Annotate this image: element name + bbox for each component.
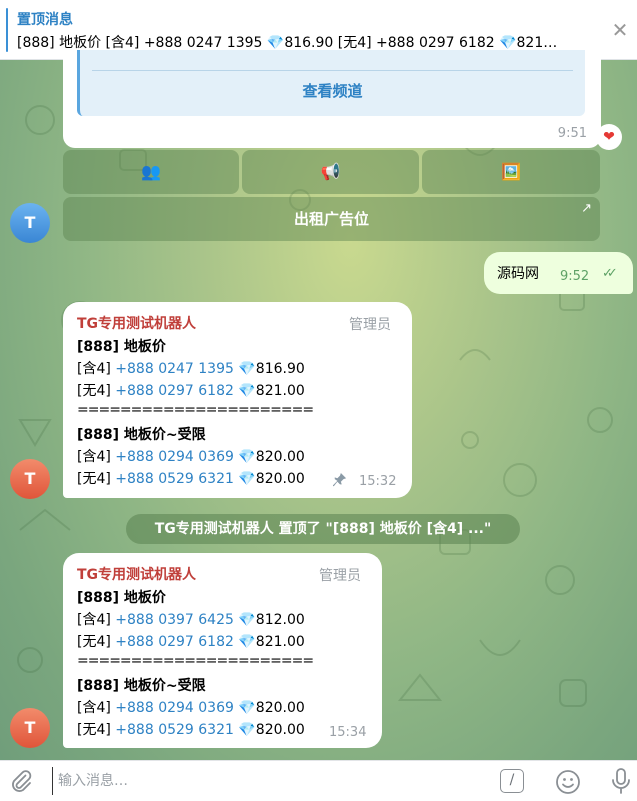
keyboard-button-group[interactable]: 👥 xyxy=(63,150,239,194)
sender-name[interactable]: TG专用测试机器人 xyxy=(77,313,196,333)
list-heading: [888] 地板价~受限 xyxy=(77,427,206,443)
keyboard-button-picture[interactable]: 🖼️ xyxy=(422,150,600,194)
separator: ====================== xyxy=(77,402,314,418)
tag: [含4] xyxy=(77,612,111,628)
phone-link[interactable]: +888 0397 6425 xyxy=(115,612,234,628)
pinned-accent-line xyxy=(6,8,8,52)
list-heading: [888] 地板价~受限 xyxy=(77,678,206,694)
list-item: [含4] +888 0294 0369 💎820.00 xyxy=(77,446,305,466)
pinned-service-message[interactable]: TG专用测试机器人 置顶了 "[888] 地板价 [含4] ..." xyxy=(126,514,520,544)
message-time: 15:34 xyxy=(329,725,367,740)
external-link-icon: ↗ xyxy=(581,201,592,216)
phone-link[interactable]: +888 0294 0369 xyxy=(115,449,234,465)
phone-link[interactable]: +888 0297 6182 xyxy=(115,634,234,650)
channel-link-card: 查看频道 xyxy=(77,50,585,116)
price: 💎812.00 xyxy=(238,612,305,628)
price: 💎821.00 xyxy=(238,634,305,650)
message-time: 15:32 xyxy=(359,474,397,489)
separator: ====================== xyxy=(77,653,314,669)
message-text: 源码网 xyxy=(497,266,539,282)
avatar[interactable]: T xyxy=(10,459,50,499)
phone-link[interactable]: +888 0294 0369 xyxy=(115,700,234,716)
list-item: [含4] +888 0397 6425 💎812.00 xyxy=(77,609,305,629)
paperclip-icon[interactable] xyxy=(9,769,33,793)
view-channel-button[interactable]: 查看频道 xyxy=(80,80,585,101)
price: 💎821.00 xyxy=(238,383,305,399)
tag: [无4] xyxy=(77,722,111,738)
tag: [无4] xyxy=(77,634,111,650)
price: 💎820.00 xyxy=(238,722,305,738)
emoji-icon[interactable] xyxy=(555,769,581,795)
admin-badge: 管理员 xyxy=(349,317,391,333)
price: 💎816.90 xyxy=(238,361,305,377)
phone-link[interactable]: +888 0529 6321 xyxy=(115,722,234,738)
phone-link[interactable]: +888 0529 6321 xyxy=(115,471,234,487)
price: 💎820.00 xyxy=(238,449,305,465)
message-time: 9:51 xyxy=(557,126,587,141)
rent-ad-slot-label: 出租广告位 xyxy=(293,210,369,228)
close-icon[interactable]: ✕ xyxy=(609,19,631,41)
admin-badge: 管理员 xyxy=(319,568,361,584)
bot-message: TG专用测试机器人 管理员 [888] 地板价 [含4] +888 0397 6… xyxy=(63,553,382,748)
bot-message: TG专用测试机器人 管理员 [888] 地板价 [含4] +888 0247 1… xyxy=(63,302,412,498)
phone-link[interactable]: +888 0247 1395 xyxy=(115,361,234,377)
list-heading: [888] 地板价 xyxy=(77,590,166,606)
price: 💎820.00 xyxy=(238,700,305,716)
pin-icon xyxy=(333,473,347,487)
message-composer: / xyxy=(0,760,637,801)
outgoing-message: 源码网 9:52 ✓✓ xyxy=(484,252,633,294)
list-item: [无4] +888 0297 6182 💎821.00 xyxy=(77,631,305,651)
tag: [无4] xyxy=(77,383,111,399)
heart-reaction-icon[interactable]: ❤ xyxy=(596,124,622,150)
microphone-icon[interactable] xyxy=(610,767,632,795)
message-input[interactable] xyxy=(52,767,472,795)
list-item: [无4] +888 0297 6182 💎821.00 xyxy=(77,380,305,400)
avatar[interactable]: T xyxy=(10,708,50,748)
list-item: [无4] +888 0529 6321 💎820.00 xyxy=(77,468,305,488)
megaphone-icon: 📢 xyxy=(320,162,341,181)
keyboard-button-announce[interactable]: 📢 xyxy=(242,150,419,194)
channel-preview-message: 查看频道 9:51 xyxy=(63,50,601,148)
read-checkmarks-icon: ✓✓ xyxy=(602,266,618,281)
list-item: [无4] +888 0529 6321 💎820.00 xyxy=(77,719,305,739)
tag: [含4] xyxy=(77,449,111,465)
tag: [无4] xyxy=(77,471,111,487)
tag: [含4] xyxy=(77,700,111,716)
rent-ad-slot-button[interactable]: 出租广告位 ↗ xyxy=(63,197,600,241)
price: 💎820.00 xyxy=(238,471,305,487)
card-divider xyxy=(92,70,573,71)
pinned-title: 置顶消息 xyxy=(17,12,73,28)
phone-link[interactable]: +888 0297 6182 xyxy=(115,383,234,399)
bot-command-button[interactable]: / xyxy=(500,769,524,793)
picture-icon: 🖼️ xyxy=(501,162,521,181)
tag: [含4] xyxy=(77,361,111,377)
list-item: [含4] +888 0294 0369 💎820.00 xyxy=(77,697,305,717)
pinned-preview: [888] 地板价 [含4] +888 0247 1395 💎816.90 [无… xyxy=(17,35,558,51)
list-heading: [888] 地板价 xyxy=(77,339,166,355)
group-icon: 👥 xyxy=(141,162,161,181)
message-time: 9:52 xyxy=(560,269,590,284)
list-item: [含4] +888 0247 1395 💎816.90 xyxy=(77,358,305,378)
avatar[interactable]: T xyxy=(10,203,50,243)
sender-name[interactable]: TG专用测试机器人 xyxy=(77,564,196,584)
